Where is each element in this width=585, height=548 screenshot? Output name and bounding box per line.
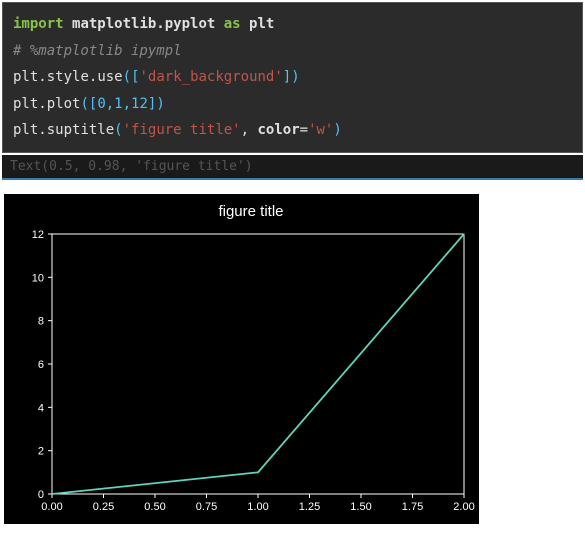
x-tick-label: 1.75 xyxy=(402,501,423,513)
kwarg-val: 'w' xyxy=(308,122,333,138)
kwarg-name: color xyxy=(257,122,299,138)
code-line-3: plt.style.use(['dark_background']) xyxy=(13,64,572,91)
chart-title: figure title xyxy=(218,203,283,220)
code-line-1: import matplotlib.pyplot as plt xyxy=(13,11,572,38)
string-arg: 'figure title' xyxy=(123,122,241,138)
keyword-import: import xyxy=(13,16,64,32)
attr: style xyxy=(47,69,89,85)
x-tick-label: 1.50 xyxy=(350,501,371,513)
y-tick-label: 8 xyxy=(38,316,44,328)
y-tick-label: 2 xyxy=(38,446,44,458)
x-tick-label: 0.00 xyxy=(41,501,62,513)
keyword-as: as xyxy=(224,16,241,32)
string-arg: 'dark_background' xyxy=(140,69,283,85)
x-tick-label: 0.75 xyxy=(196,501,217,513)
chart-svg: figure title 0.00 0.25 0.50 0.75 1.00 1.25 1.5… xyxy=(4,194,479,524)
list-arg: [0,1,12] xyxy=(89,96,156,112)
x-tick-label: 1.25 xyxy=(299,501,320,513)
module-name: matplotlib.pyplot xyxy=(72,16,215,32)
code-cell[interactable]: import matplotlib.pyplot as plt # %matpl… xyxy=(2,2,583,153)
x-tick-label: 0.25 xyxy=(93,501,114,513)
x-tick-label: 2.00 xyxy=(453,501,474,513)
x-tick-label: 1.00 xyxy=(247,501,268,513)
method: use xyxy=(97,69,122,85)
method: suptitle xyxy=(47,122,114,138)
code-line-2: # %matplotlib ipympl xyxy=(13,38,572,65)
y-tick-label: 6 xyxy=(38,359,44,371)
obj: plt xyxy=(13,122,38,138)
x-tick-label: 0.50 xyxy=(144,501,165,513)
comment: # %matplotlib ipympl xyxy=(13,43,182,59)
y-tick-label: 10 xyxy=(32,272,44,284)
y-tick-label: 4 xyxy=(38,402,44,414)
y-tick-label: 0 xyxy=(38,489,44,501)
chart-figure: figure title 0.00 0.25 0.50 0.75 1.00 1.25 1.5… xyxy=(4,194,479,524)
alias: plt xyxy=(249,16,274,32)
output-cell: Text(0.5, 0.98, 'figure title') xyxy=(2,155,583,180)
code-line-4: plt.plot([0,1,12]) xyxy=(13,91,572,118)
output-text: Text(0.5, 0.98, 'figure title') xyxy=(10,159,253,174)
y-tick-label: 12 xyxy=(32,229,44,241)
obj: plt xyxy=(13,69,38,85)
code-line-5: plt.suptitle('figure title', color='w') xyxy=(13,117,572,144)
method: plot xyxy=(47,96,81,112)
obj: plt xyxy=(13,96,38,112)
